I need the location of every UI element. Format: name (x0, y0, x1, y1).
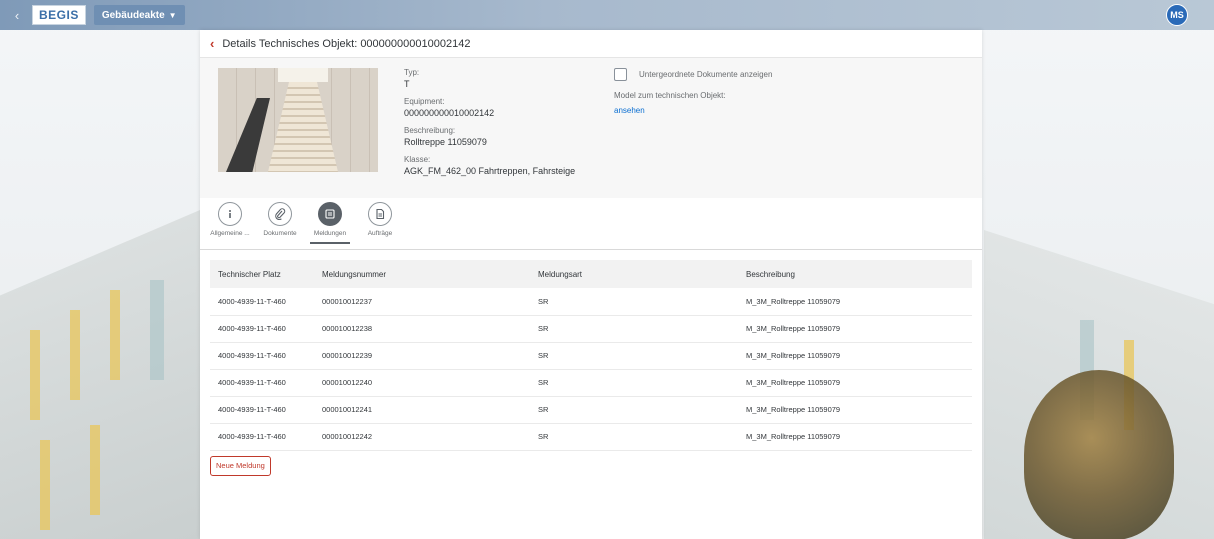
attr-beschreibung: Beschreibung: Rolltreppe 11059079 (404, 126, 575, 147)
attr-label: Klasse: (404, 155, 431, 164)
tab-label: Dokumente (263, 230, 297, 237)
attr-label: Equipment: (404, 97, 445, 106)
cell-technischer-platz: 4000-4939-11-T-460 (210, 369, 314, 397)
background-facade-stripe (30, 330, 40, 420)
attachment-icon (268, 202, 292, 226)
back-arrow-icon[interactable]: ‹ (210, 36, 214, 51)
object-details-panel: ‹ Details Technisches Objekt: 0000000000… (200, 30, 982, 539)
tab-meldungen[interactable]: Meldungen (308, 202, 352, 244)
cell-technischer-platz: 4000-4939-11-T-460 (210, 288, 314, 316)
cell-meldungsart: SR (530, 288, 738, 316)
document-icon (368, 202, 392, 226)
new-notification-button[interactable]: Neue Meldung (210, 455, 271, 476)
page-title: Details Technisches Objekt: 000000000010… (222, 37, 471, 50)
tab-dokumente[interactable]: Dokumente (258, 202, 302, 243)
attr-label: Typ: (404, 68, 420, 77)
icon-tab-bar: Allgemeine ... Dokumente Meldungen Auftr… (200, 198, 982, 250)
table-row[interactable]: 4000-4939-11-T-460 000010012238 SR M_3M_… (210, 315, 972, 343)
tab-label: Aufträge (367, 230, 393, 237)
background-facade-stripe (90, 425, 100, 515)
column-header-technischer-platz[interactable]: Technischer Platz (210, 260, 314, 288)
table-row[interactable]: 4000-4939-11-T-460 000010012237 SR M_3M_… (210, 288, 972, 316)
attr-typ: Typ: T (404, 68, 575, 89)
chevron-left-icon: ‹ (14, 7, 20, 23)
cell-beschreibung: M_3M_Rolltreppe 11059079 (738, 315, 972, 343)
escalator-photo (218, 68, 378, 172)
table-row[interactable]: 4000-4939-11-T-460 000010012241 SR M_3M_… (210, 396, 972, 424)
background-facade-glass (150, 280, 164, 380)
shell-back-button[interactable]: ‹ (8, 6, 26, 24)
shell-bar: ‹ BEGIS Gebäudeakte ▼ MS (0, 0, 1214, 30)
subdocuments-checkbox-row[interactable]: Untergeordnete Dokumente anzeigen (614, 68, 772, 81)
cell-meldungsart: SR (530, 342, 738, 370)
table-row[interactable]: 4000-4939-11-T-460 000010012240 SR M_3M_… (210, 369, 972, 397)
object-header: Typ: T Equipment: 000000000010002142 Bes… (200, 58, 982, 198)
user-avatar[interactable]: MS (1166, 4, 1188, 26)
cell-meldungsnummer: 000010012238 (314, 315, 530, 343)
background-facade-stripe (40, 440, 50, 530)
object-attributes: Typ: T Equipment: 000000000010002142 Bes… (404, 68, 575, 184)
cell-beschreibung: M_3M_Rolltreppe 11059079 (738, 423, 972, 451)
info-icon (218, 202, 242, 226)
notifications-table-wrapper: Technischer Platz Meldungsnummer Meldung… (200, 250, 982, 451)
attr-equipment: Equipment: 000000000010002142 (404, 97, 575, 118)
subdocuments-checkbox-label: Untergeordnete Dokumente anzeigen (639, 70, 773, 79)
cell-meldungsnummer: 000010012240 (314, 369, 530, 397)
tab-label: Allgemeine ... (210, 230, 250, 237)
background-tree (1024, 370, 1174, 539)
cell-technischer-platz: 4000-4939-11-T-460 (210, 315, 314, 343)
cell-meldungsnummer: 000010012241 (314, 396, 530, 424)
attr-klasse: Klasse: AGK_FM_462_00 Fahrtreppen, Fahrs… (404, 155, 575, 176)
cell-technischer-platz: 4000-4939-11-T-460 (210, 396, 314, 424)
column-header-beschreibung[interactable]: Beschreibung (738, 260, 972, 288)
attr-value: AGK_FM_462_00 Fahrtreppen, Fahrsteige (404, 166, 576, 176)
tab-allgemeine[interactable]: Allgemeine ... (208, 202, 252, 243)
column-header-meldungsart[interactable]: Meldungsart (530, 260, 738, 288)
table-row[interactable]: 4000-4939-11-T-460 000010012242 SR M_3M_… (210, 423, 972, 451)
caret-down-icon: ▼ (168, 10, 177, 20)
cell-technischer-platz: 4000-4939-11-T-460 (210, 342, 314, 370)
cell-meldungsnummer: 000010012242 (314, 423, 530, 451)
attr-label: Beschreibung: (404, 126, 456, 135)
tab-auftraege[interactable]: Aufträge (358, 202, 402, 243)
background-facade-stripe (110, 290, 120, 380)
cell-beschreibung: M_3M_Rolltreppe 11059079 (738, 342, 972, 370)
app-logo[interactable]: BEGIS (32, 5, 86, 25)
subdocuments-checkbox[interactable] (614, 68, 627, 81)
notification-icon (318, 202, 342, 226)
page-header: ‹ Details Technisches Objekt: 0000000000… (200, 30, 982, 58)
cell-meldungsart: SR (530, 369, 738, 397)
cell-beschreibung: M_3M_Rolltreppe 11059079 (738, 288, 972, 316)
attr-value: Rolltreppe 11059079 (404, 137, 487, 147)
cell-beschreibung: M_3M_Rolltreppe 11059079 (738, 396, 972, 424)
model-label: Model zum technischen Objekt: (614, 91, 726, 100)
tab-label: Meldungen (313, 230, 347, 237)
cell-meldungsart: SR (530, 423, 738, 451)
object-side-attributes: Untergeordnete Dokumente anzeigen Model … (614, 68, 772, 115)
table-row[interactable]: 4000-4939-11-T-460 000010012239 SR M_3M_… (210, 342, 972, 370)
table-header-row: Technischer Platz Meldungsnummer Meldung… (210, 260, 972, 288)
attr-value: T (404, 79, 410, 89)
notifications-table: Technischer Platz Meldungsnummer Meldung… (210, 260, 972, 451)
cell-meldungsnummer: 000010012237 (314, 288, 530, 316)
cell-meldungsart: SR (530, 315, 738, 343)
attr-value: 000000000010002142 (404, 108, 495, 118)
cell-meldungsnummer: 000010012239 (314, 342, 530, 370)
app-menu-button[interactable]: Gebäudeakte ▼ (93, 5, 185, 25)
cell-meldungsart: SR (530, 396, 738, 424)
column-header-meldungsnummer[interactable]: Meldungsnummer (314, 260, 530, 288)
app-menu-label: Gebäudeakte (101, 9, 165, 21)
background-facade-stripe (70, 310, 80, 400)
cell-technischer-platz: 4000-4939-11-T-460 (210, 423, 314, 451)
cell-beschreibung: M_3M_Rolltreppe 11059079 (738, 369, 972, 397)
model-view-link[interactable]: ansehen (614, 106, 772, 115)
